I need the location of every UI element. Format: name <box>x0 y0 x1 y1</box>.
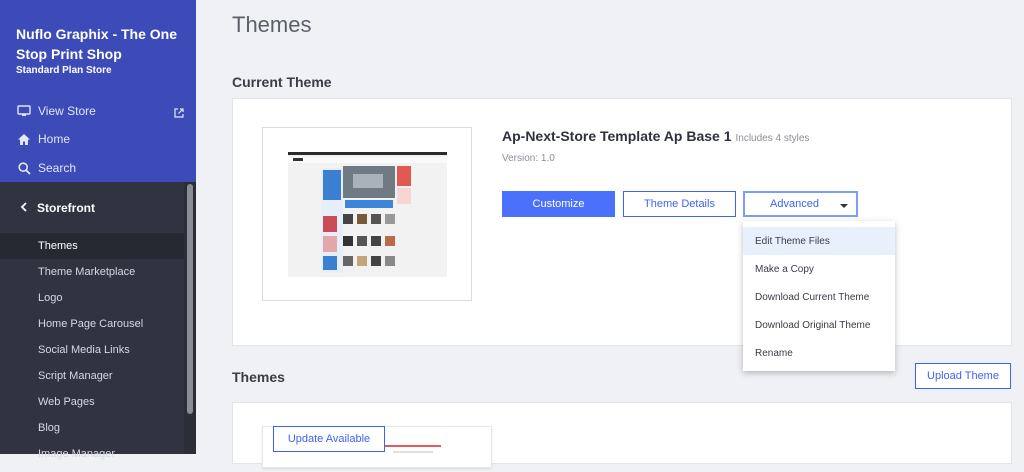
nav-item-web-pages[interactable]: Web Pages <box>0 389 184 415</box>
advanced-label: Advanced <box>770 198 819 210</box>
external-link-icon[interactable] <box>174 105 184 123</box>
theme-name-text: Ap-Next-Store Template Ap Base 1 <box>502 128 732 144</box>
update-available-badge[interactable]: Update Available <box>273 426 385 452</box>
menu-item-edit-theme-files[interactable]: Edit Theme Files <box>743 227 895 255</box>
theme-details-button[interactable]: Theme Details <box>623 191 736 217</box>
theme-name: Ap-Next-Store Template Ap Base 1 Includes… <box>502 128 809 144</box>
menu-item-download-current-theme[interactable]: Download Current Theme <box>743 283 895 311</box>
nav-item-blog[interactable]: Blog <box>0 415 184 441</box>
nav-item-home-page-carousel[interactable]: Home Page Carousel <box>0 311 184 337</box>
current-theme-heading: Current Theme <box>232 74 332 90</box>
menu-item-make-a-copy[interactable]: Make a Copy <box>743 255 895 283</box>
view-store-label: View Store <box>38 104 96 118</box>
store-name: Nuflo Graphix - The One Stop Print Shop <box>16 26 178 62</box>
storefront-nav: Themes Theme Marketplace Logo Home Page … <box>0 233 184 467</box>
chevron-left-icon <box>20 201 27 215</box>
advanced-menu: Edit Theme Files Make a Copy Download Cu… <box>743 221 895 371</box>
nav-item-image-manager[interactable]: Image Manager <box>0 441 184 467</box>
search-label: Search <box>38 161 77 175</box>
nav-item-logo[interactable]: Logo <box>0 285 184 311</box>
theme-preview-image <box>288 152 447 277</box>
nav-item-script-manager[interactable]: Script Manager <box>0 363 184 389</box>
nav-item-social-media-links[interactable]: Social Media Links <box>0 337 184 363</box>
theme-version: Version: 1.0 <box>502 153 555 164</box>
themes-heading: Themes <box>232 369 285 385</box>
monitor-icon <box>16 103 32 119</box>
page-title: Themes <box>232 12 312 37</box>
sidebar: Nuflo Graphix - The One Stop Print Shop … <box>0 0 196 460</box>
customize-button[interactable]: Customize <box>502 191 615 217</box>
nav-item-theme-marketplace[interactable]: Theme Marketplace <box>0 259 184 285</box>
caret-down-icon <box>840 204 848 208</box>
storefront-label: Storefront <box>37 201 95 215</box>
plan-label: Standard Plan Store <box>16 65 112 76</box>
view-store-link[interactable]: View Store <box>16 101 96 121</box>
home-label: Home <box>38 132 71 146</box>
theme-styles-count: Includes 4 styles <box>735 133 810 144</box>
theme-preview-thumbnail <box>262 127 472 301</box>
home-icon <box>16 131 32 147</box>
sidebar-scrollbar-thumb[interactable] <box>187 184 193 414</box>
upload-theme-button[interactable]: Upload Theme <box>915 363 1011 389</box>
search-icon <box>16 160 32 176</box>
home-link[interactable]: Home <box>16 129 70 149</box>
nav-item-themes[interactable]: Themes <box>0 233 184 259</box>
storefront-back-button[interactable]: Storefront <box>0 196 184 220</box>
sidebar-header: Nuflo Graphix - The One Stop Print Shop … <box>0 0 196 182</box>
search-link[interactable]: Search <box>16 158 76 178</box>
menu-item-download-original-theme[interactable]: Download Original Theme <box>743 311 895 339</box>
menu-item-rename[interactable]: Rename <box>743 339 895 367</box>
advanced-dropdown-button[interactable]: Advanced <box>743 191 858 217</box>
